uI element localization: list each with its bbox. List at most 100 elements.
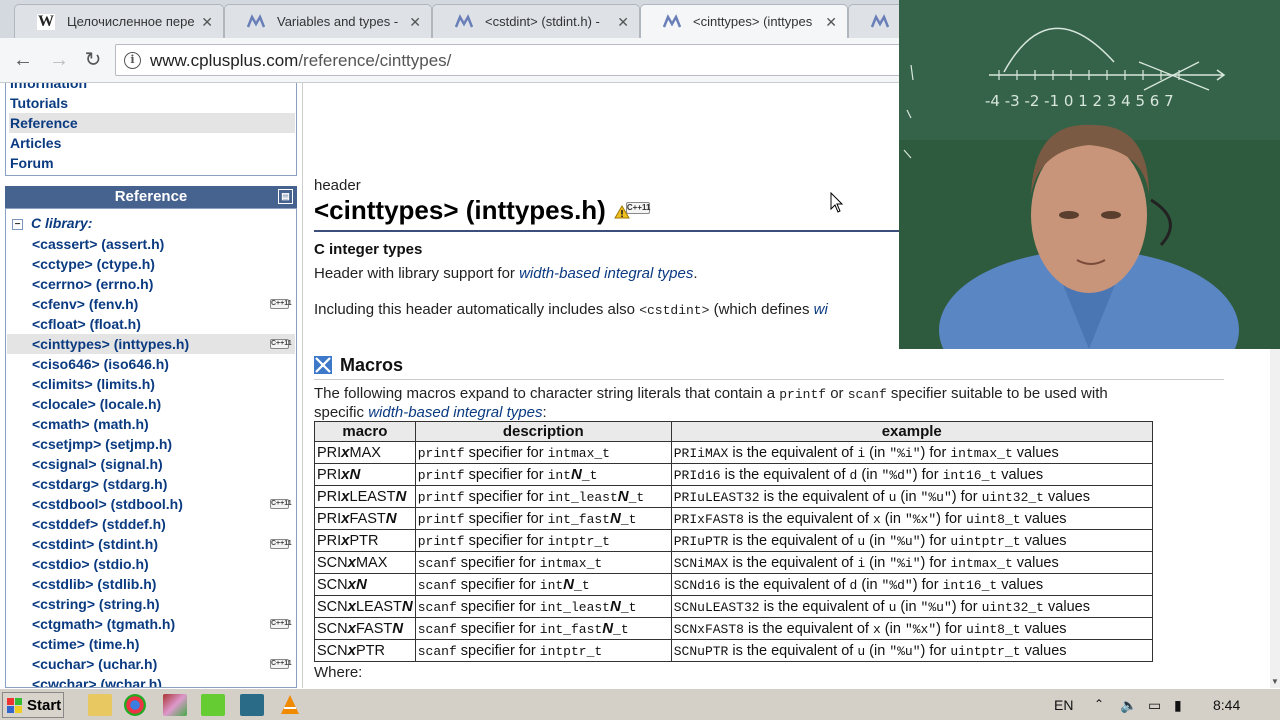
cell-text: ) for [912,576,943,593]
header-list-item[interactable]: <cuchar> (uchar.h) C++11 [7,654,295,674]
cell-desc: printf specifier for int_fastN_t [414,507,672,530]
address-bar[interactable]: i www.cplusplus.com/reference/cinttypes/ [115,44,915,76]
header-list-label: <cassert> (assert.h) [32,236,165,252]
cell-text: PRI [317,489,342,505]
table-row: PRIxMAX printf specifier for intmax_t PRIi… [314,441,1153,464]
cell-text: N [563,576,575,593]
width-based-types-link[interactable]: width-based integral types [368,404,542,421]
nav-forum[interactable]: Forum [9,153,295,173]
header-list-item[interactable]: <cfenv> (fenv.h) C++11 [7,294,295,314]
nav-tutorials[interactable]: Tutorials [9,93,295,113]
cell-text: "%i" [889,555,921,571]
tab-cstdint[interactable]: <cstdint> (stdint.h) - ✕ [432,4,640,38]
cell-ex: SCNuPTR is the equivalent of u (in "%u")… [670,639,1153,662]
header-list-item[interactable]: <cassert> (assert.h) [7,234,295,254]
notepad-plus-icon[interactable] [201,694,225,716]
cell-text: (in [880,620,905,637]
header-list-item[interactable]: <cstdarg> (stdarg.h) [7,474,295,494]
winrar-icon[interactable] [163,694,187,716]
header-list-item[interactable]: <cinttypes> (inttypes.h) C++11 [7,334,295,354]
cell-text: "%u" [889,533,921,549]
cell-desc: scanf specifier for int_fastN_t [414,617,672,640]
include-link-fragment[interactable]: wi [814,301,828,318]
close-icon[interactable]: ✕ [617,14,629,31]
close-icon[interactable]: ✕ [825,14,837,31]
close-icon[interactable]: ✕ [409,14,421,31]
cell-text: "%u" [889,643,921,659]
header-list-item[interactable]: <cerrno> (errno.h) [7,274,295,294]
cell-text: int_least [539,600,610,615]
nav-articles[interactable]: Articles [9,133,295,153]
screen: W Целочисленное пере ✕ Variables and typ… [0,0,1280,720]
cell-text: x [872,621,881,637]
cell-text: SCNuPTR [673,643,729,659]
cell-text: x [347,598,356,615]
header-list-item[interactable]: <cstdlib> (stdlib.h) [7,574,295,594]
power-icon[interactable]: ▮ [1174,697,1182,714]
c-library-node[interactable]: − C library: [12,215,92,231]
vlc-icon[interactable] [278,694,302,716]
header-list-item[interactable]: <cstdint> (stdint.h) C++11 [7,534,295,554]
explorer-icon[interactable] [88,694,112,716]
close-icon[interactable]: ✕ [201,14,213,31]
info-icon[interactable]: i [124,52,141,69]
header-list-item[interactable]: <cwchar> (wchar.h) [7,674,295,687]
tab-wikipedia[interactable]: W Целочисленное пере ✕ [14,4,224,38]
header-list-item[interactable]: <ctgmath> (tgmath.h) C++11 [7,614,295,634]
cpp11-badge: C++11 [625,202,651,215]
tab-variables[interactable]: Variables and types - ✕ [224,4,432,38]
header-list-item[interactable]: <cstddef> (stddef.h) [7,514,295,534]
nav-information[interactable]: Information [9,83,295,93]
collapse-icon[interactable]: − [12,218,23,230]
forward-button[interactable]: → [46,48,72,74]
header-list-item[interactable]: <cmath> (math.h) [7,414,295,434]
cell-desc: printf specifier for intN_t [414,463,672,486]
cell-text: ) for [920,532,951,549]
reload-button[interactable]: ↻ [80,48,106,74]
cell-text: scanf [417,643,457,659]
tray-expand-icon[interactable]: ⌃ [1094,697,1104,711]
width-based-types-link[interactable]: width-based integral types [519,265,693,282]
scroll-down-icon[interactable]: ▼ [1270,677,1280,686]
back-button[interactable]: ← [10,48,36,74]
header-list-item[interactable]: <cfloat> (float.h) [7,314,295,334]
cell-text: i [857,555,866,571]
header-list-label: <cstddef> (stddef.h) [32,516,166,532]
header-list-item[interactable]: <cstdio> (stdio.h) [7,554,295,574]
cell-text: uint8_t [965,511,1021,527]
cell-text: PRIxFAST8 [673,511,744,527]
terminal-icon[interactable] [240,694,264,716]
header-list-item[interactable]: <clocale> (locale.h) [7,394,295,414]
header-list-item[interactable]: <cstring> (string.h) [7,594,295,614]
cell-text: SCN [317,599,348,615]
clock: 8:44 [1213,697,1241,713]
tab-cinttypes[interactable]: <cinttypes> (inttypes ✕ [640,4,848,38]
header-list-item[interactable]: <csignal> (signal.h) [7,454,295,474]
cell-text: N [401,598,413,615]
cell-text: is the equivalent of [720,466,850,483]
volume-icon[interactable]: 🔈 [1120,697,1137,714]
col-description: description [414,421,672,442]
chrome-icon[interactable] [124,694,146,716]
cell-text: intmax_t [950,445,1013,461]
cell-text: is the equivalent of [728,642,858,659]
language-indicator[interactable]: EN [1054,697,1073,713]
cell-text: N [395,488,407,505]
header-list-label: <cuchar> (uchar.h) [32,656,158,672]
header-list-item[interactable]: <cctype> (ctype.h) [7,254,295,274]
header-list-item[interactable]: <csetjmp> (setjmp.h) [7,434,295,454]
cplusplus-icon [455,14,473,28]
header-list-item[interactable]: <climits> (limits.h) [7,374,295,394]
cell-text: scanf [417,622,457,637]
nav-reference[interactable]: Reference [9,113,295,133]
network-icon[interactable]: ▭ [1148,697,1161,714]
header-list-label: <cstdio> (stdio.h) [32,556,149,572]
header-list-item[interactable]: <ctime> (time.h) [7,634,295,654]
cell-text: N [609,510,621,527]
header-list-label: <cfenv> (fenv.h) [32,296,139,312]
start-button[interactable]: Start [2,692,64,718]
expand-icon[interactable]: ▤ [278,189,293,204]
header-list-item[interactable]: <ciso646> (iso646.h) [7,354,295,374]
header-list-item[interactable]: <cstdbool> (stdbool.h) C++11 [7,494,295,514]
cell-desc: scanf specifier for intN_t [414,573,672,596]
